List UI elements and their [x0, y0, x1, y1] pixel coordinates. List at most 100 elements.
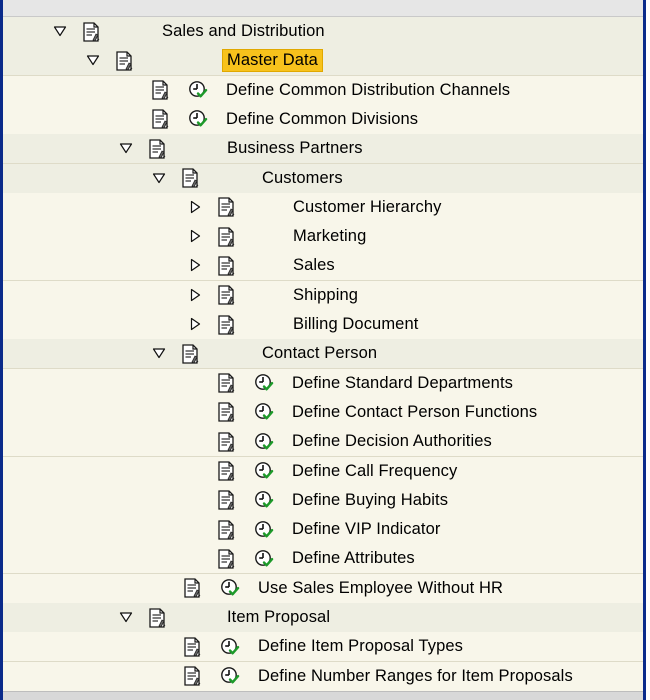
document-icon — [216, 486, 238, 515]
tree-node-label[interactable]: Define VIP Indicator — [292, 520, 440, 539]
tree-node-label-cell: Define Buying Habits — [292, 486, 448, 515]
img-tree-view: Sales and Distribution Master Data Defin… — [0, 0, 646, 700]
tree-node-label-cell: Shipping — [293, 281, 358, 310]
execute-clock-icon[interactable] — [188, 105, 208, 134]
tree-node-label-cell: Define Standard Departments — [292, 369, 513, 398]
tree-node-label-cell: Define VIP Indicator — [292, 515, 440, 544]
tree-node-label[interactable]: Shipping — [293, 286, 358, 305]
execute-clock-icon[interactable] — [220, 574, 240, 603]
tree-header-strip — [3, 0, 643, 17]
tree-node[interactable]: Define Decision Authorities — [3, 427, 643, 458]
tree-node-label-cell: Define Number Ranges for Item Proposals — [258, 662, 573, 691]
execute-clock-icon[interactable] — [254, 427, 274, 456]
document-icon — [114, 46, 136, 75]
tree-node-label[interactable]: Define Buying Habits — [292, 491, 448, 510]
triangle-down-icon[interactable] — [152, 171, 166, 185]
tree-node-label[interactable]: Sales and Distribution — [162, 22, 325, 41]
document-icon — [81, 17, 103, 46]
tree-node-label[interactable]: Business Partners — [227, 139, 363, 158]
tree-node[interactable]: Define Attributes — [3, 544, 643, 575]
tree-node[interactable]: Shipping — [3, 280, 643, 311]
triangle-right-icon[interactable] — [188, 258, 202, 272]
triangle-right-icon[interactable] — [188, 200, 202, 214]
tree-node-label[interactable]: Contact Person — [262, 344, 377, 363]
triangle-right-icon[interactable] — [188, 317, 202, 331]
document-icon — [182, 632, 204, 661]
tree-node[interactable]: Define Number Ranges for Item Proposals — [3, 661, 643, 692]
tree-node[interactable]: Define Standard Departments — [3, 368, 643, 399]
tree-node[interactable]: Billing Document — [3, 310, 643, 340]
tree-node-label-cell: Billing Document — [293, 310, 418, 339]
tree-node-label[interactable]: Customers — [262, 169, 343, 188]
tree-node-label[interactable]: Sales — [293, 256, 335, 275]
tree-node-label[interactable]: Define Contact Person Functions — [292, 403, 537, 422]
execute-clock-icon[interactable] — [220, 662, 240, 691]
triangle-down-icon[interactable] — [86, 53, 100, 67]
execute-clock-icon[interactable] — [254, 369, 274, 398]
tree-node-label-cell: Sales and Distribution — [162, 17, 325, 46]
tree-node[interactable]: Business Partners — [3, 134, 643, 165]
tree-node[interactable]: Define Buying Habits — [3, 485, 643, 516]
tree-node[interactable]: Define Item Proposal Types — [3, 632, 643, 663]
tree-node-label[interactable]: Define Number Ranges for Item Proposals — [258, 667, 573, 686]
tree-node-label[interactable]: Define Item Proposal Types — [258, 637, 463, 656]
tree-node-label[interactable]: Define Common Divisions — [226, 110, 418, 129]
tree-node[interactable]: Define Contact Person Functions — [3, 397, 643, 428]
tree-node[interactable]: Item Proposal — [3, 603, 643, 633]
document-icon — [216, 398, 238, 427]
tree-node-label[interactable]: Define Decision Authorities — [292, 432, 492, 451]
tree-bottom-strip — [3, 691, 643, 700]
tree-node-label[interactable]: Master Data — [222, 49, 323, 73]
tree-node[interactable]: Master Data — [3, 46, 643, 77]
tree-node[interactable]: Define Common Divisions — [3, 104, 643, 135]
tree-node[interactable]: Contact Person — [3, 339, 643, 370]
execute-clock-icon[interactable] — [254, 398, 274, 427]
tree-node[interactable]: Customer Hierarchy — [3, 192, 643, 223]
tree-node-label[interactable]: Use Sales Employee Without HR — [258, 579, 503, 598]
tree-node[interactable]: Define Common Distribution Channels — [3, 75, 643, 106]
tree-node-label[interactable]: Define Standard Departments — [292, 374, 513, 393]
tree-node-label[interactable]: Marketing — [293, 227, 366, 246]
document-icon — [216, 369, 238, 398]
execute-clock-icon[interactable] — [254, 457, 274, 486]
triangle-right-icon[interactable] — [188, 229, 202, 243]
tree-node-label-cell: Customer Hierarchy — [293, 193, 442, 222]
tree-node-label-cell: Define Common Distribution Channels — [226, 76, 510, 105]
tree-node-label[interactable]: Define Call Frequency — [292, 462, 457, 481]
tree-node-label-cell: Define Decision Authorities — [292, 427, 492, 456]
tree-node-label[interactable]: Customer Hierarchy — [293, 198, 442, 217]
document-icon — [180, 164, 202, 193]
document-icon — [182, 662, 204, 691]
tree-node[interactable]: Marketing — [3, 222, 643, 253]
tree-node[interactable]: Sales and Distribution — [3, 17, 643, 47]
tree-node-label[interactable]: Define Common Distribution Channels — [226, 81, 510, 100]
tree-node-label-cell: Customers — [262, 164, 343, 193]
document-icon — [216, 251, 238, 280]
execute-clock-icon[interactable] — [254, 544, 274, 573]
tree-node[interactable]: Define VIP Indicator — [3, 515, 643, 546]
tree-node[interactable]: Define Call Frequency — [3, 456, 643, 487]
execute-clock-icon[interactable] — [254, 515, 274, 544]
tree-node-label-cell: Define Call Frequency — [292, 457, 457, 486]
tree-node-label[interactable]: Define Attributes — [292, 549, 415, 568]
document-icon — [147, 134, 169, 163]
tree-node[interactable]: Use Sales Employee Without HR — [3, 573, 643, 604]
triangle-right-icon[interactable] — [188, 288, 202, 302]
triangle-down-icon[interactable] — [119, 610, 133, 624]
triangle-down-icon[interactable] — [152, 346, 166, 360]
tree-node-label-cell: Master Data — [222, 46, 323, 75]
document-icon — [216, 222, 238, 251]
execute-clock-icon[interactable] — [254, 486, 274, 515]
tree-node-label[interactable]: Item Proposal — [227, 608, 330, 627]
triangle-down-icon[interactable] — [119, 141, 133, 155]
tree-node[interactable]: Customers — [3, 163, 643, 194]
tree-node-label-cell: Define Common Divisions — [226, 105, 418, 134]
tree-node[interactable]: Sales — [3, 251, 643, 282]
execute-clock-icon[interactable] — [220, 632, 240, 661]
document-icon — [150, 76, 172, 105]
tree-node-label[interactable]: Billing Document — [293, 315, 418, 334]
execute-clock-icon[interactable] — [188, 76, 208, 105]
tree-node-label-cell: Contact Person — [262, 339, 377, 368]
document-icon — [216, 515, 238, 544]
triangle-down-icon[interactable] — [53, 24, 67, 38]
